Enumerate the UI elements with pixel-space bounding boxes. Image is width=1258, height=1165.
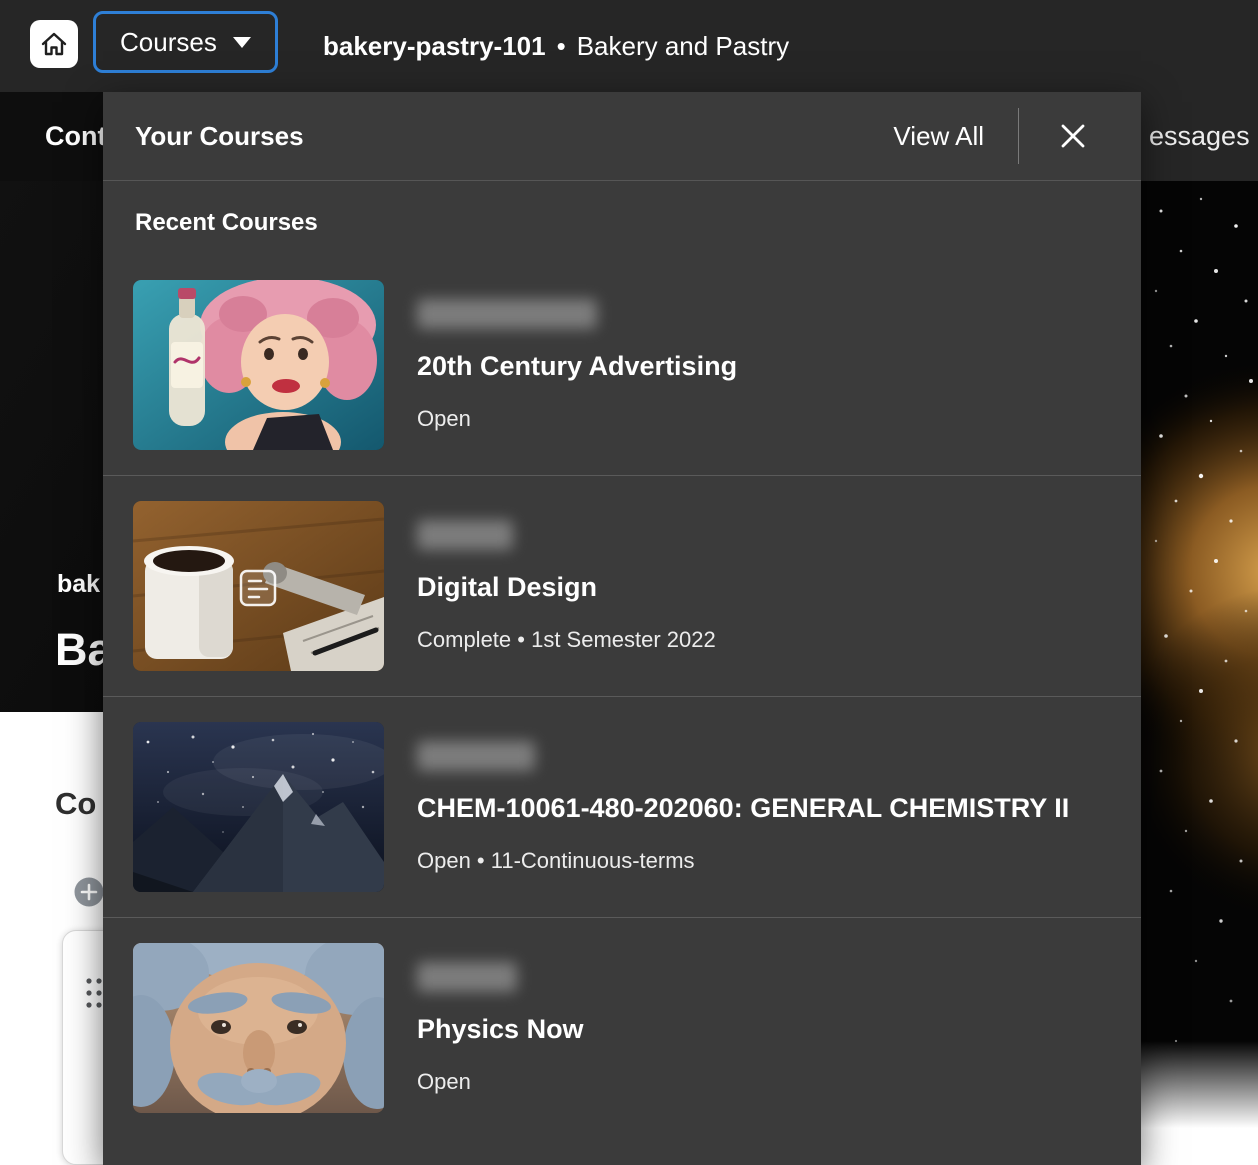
breadcrumb-course-name: Bakery and Pastry <box>577 31 789 62</box>
course-meta: Digital Design Complete • 1st Semester 2… <box>417 520 716 653</box>
course-title: Physics Now <box>417 1014 584 1045</box>
page: Cont essages bak Ba Co <box>0 0 1258 1165</box>
course-status: Open <box>417 1069 584 1095</box>
course-status: Open <box>417 406 737 432</box>
course-row-advertising[interactable]: 20th Century Advertising Open <box>103 255 1141 475</box>
breadcrumb: bakery-pastry-101 • Bakery and Pastry <box>323 0 789 92</box>
course-id-redacted <box>417 962 517 992</box>
course-row-chemistry[interactable]: CHEM-10061-480-202060: GENERAL CHEMISTRY… <box>103 696 1141 917</box>
home-button[interactable] <box>30 20 78 68</box>
banner-course-id: bak <box>57 570 100 599</box>
course-id-redacted <box>417 299 597 329</box>
view-all-link[interactable]: View All <box>893 121 984 152</box>
content-section-heading: Co <box>55 786 96 822</box>
course-meta: 20th Century Advertising Open <box>417 299 737 432</box>
course-status: Open • 11-Continuous-terms <box>417 848 1069 874</box>
tab-content[interactable]: Cont <box>45 92 106 181</box>
course-image-chemistry <box>133 722 384 892</box>
course-id-redacted <box>417 520 513 550</box>
course-meta: CHEM-10061-480-202060: GENERAL CHEMISTRY… <box>417 741 1069 874</box>
course-status: Complete • 1st Semester 2022 <box>417 627 716 653</box>
panel-header: Your Courses View All <box>103 92 1141 181</box>
tab-messages[interactable]: essages <box>1149 92 1250 181</box>
course-title: Digital Design <box>417 572 716 603</box>
breadcrumb-course-id: bakery-pastry-101 <box>323 31 546 62</box>
plus-icon <box>74 877 104 907</box>
add-content-button[interactable] <box>74 877 104 907</box>
course-thumbnail <box>133 501 384 671</box>
header-divider <box>1018 108 1019 164</box>
course-row-physics[interactable]: Physics Now Open <box>103 917 1141 1138</box>
banner-pastry-image <box>1141 181 1258 1128</box>
course-thumbnail <box>133 943 384 1113</box>
course-title: 20th Century Advertising <box>417 351 737 382</box>
course-image-advertising <box>133 280 384 450</box>
course-thumbnail <box>133 722 384 892</box>
close-icon <box>1057 120 1089 152</box>
close-button[interactable] <box>1051 114 1095 158</box>
courses-menu-label: Courses <box>120 27 217 58</box>
course-meta: Physics Now Open <box>417 962 584 1095</box>
panel-title: Your Courses <box>135 121 893 152</box>
courses-menu-button[interactable]: Courses <box>93 11 278 73</box>
course-thumbnail <box>133 280 384 450</box>
drag-handle[interactable] <box>85 977 103 1012</box>
recent-courses-heading: Recent Courses <box>103 181 1141 255</box>
drag-handle-icon <box>85 977 103 1009</box>
caret-down-icon <box>233 37 251 48</box>
course-row-digital-design[interactable]: Digital Design Complete • 1st Semester 2… <box>103 475 1141 696</box>
home-icon <box>39 29 69 59</box>
course-title: CHEM-10061-480-202060: GENERAL CHEMISTRY… <box>417 793 1069 824</box>
courses-dropdown-panel: Your Courses View All Recent Courses <box>103 92 1141 1165</box>
tab-bar-right-segment: essages <box>1141 92 1258 181</box>
course-image-physics <box>133 943 384 1113</box>
breadcrumb-separator: • <box>557 31 566 62</box>
top-navigation-bar: Courses bakery-pastry-101 • Bakery and P… <box>0 0 1258 92</box>
course-id-redacted <box>417 741 535 771</box>
course-image-digital-design <box>133 501 384 671</box>
